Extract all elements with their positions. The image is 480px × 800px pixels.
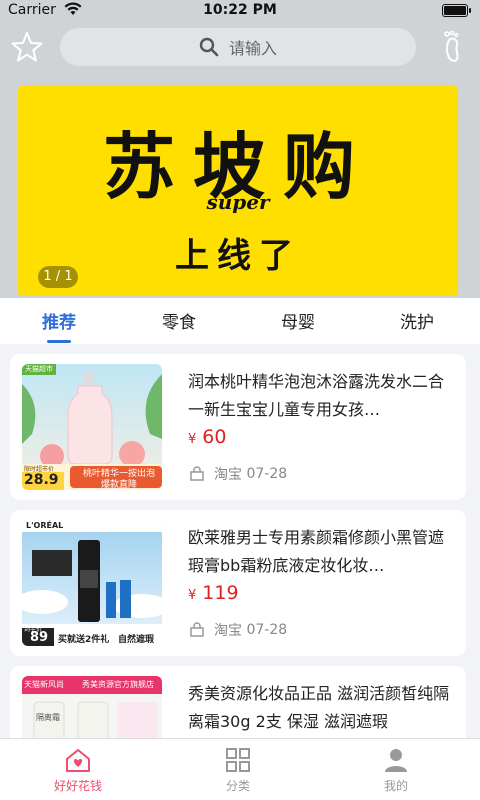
home-heart-icon xyxy=(66,749,90,772)
product-meta: 淘宝 07-28 xyxy=(188,620,287,640)
product-meta: 淘宝 07-28 xyxy=(188,464,287,484)
thumb-promo: 买就送2件礼 xyxy=(58,635,110,645)
product-list[interactable]: 天猫超市 桃叶精华一按出泡 爆款直降 限时超市价 28.9 润本桃叶精华泡泡沐浴… xyxy=(0,344,480,738)
category-tabs: 推荐 零食 母婴 洗护 xyxy=(0,298,480,344)
product-card[interactable]: L'ORÉAL 买就送2件礼 自然遮瑕 到手价 89 欧莱雅男士专用素颜霜修颜小… xyxy=(10,510,466,656)
thumb-brand: L'ORÉAL xyxy=(26,521,64,530)
favorite-star-button[interactable] xyxy=(10,30,44,64)
promo-banner[interactable]: 苏坡购 super 上线了 1 / 1 xyxy=(18,86,458,296)
tab-care[interactable]: 洗护 xyxy=(377,308,457,333)
tmall-badge: 天猫新风尚 xyxy=(24,680,64,689)
footprint-icon xyxy=(444,30,459,62)
shop-icon xyxy=(190,466,204,481)
product-image: 天猫超市 桃叶精华一按出泡 爆款直降 限时超市价 28.9 xyxy=(22,364,162,490)
tab-categories-label: 分类 xyxy=(225,779,250,793)
product-card[interactable]: 天猫新风尚 秀美资源官方旗舰店 隔离霜 秀美资源化妆品正品 滋润活颜皙纯隔离霜3… xyxy=(10,666,466,738)
product-title: 润本桃叶精华泡泡沐浴露洗发水二合一新生宝宝儿童专用女孩… xyxy=(188,372,445,419)
battery-icon xyxy=(442,4,471,17)
product-title: 欧莱雅男士专用素颜霜修颜小黑管遮瑕膏bb霜粉底液定妆化妆… xyxy=(188,528,445,575)
search-placeholder: 请输入 xyxy=(228,39,277,58)
tab-recommend[interactable]: 推荐 xyxy=(19,308,99,333)
product-price: ¥119 xyxy=(188,582,239,604)
thumb-promo-sub: 爆款直降 xyxy=(100,480,137,490)
tab-profile[interactable]: 我的 xyxy=(346,747,446,794)
clock: 10:22 PM xyxy=(203,2,277,18)
footprint-button[interactable] xyxy=(438,30,468,66)
banner-subline: super xyxy=(206,190,270,214)
tmall-badge: 天猫超市 xyxy=(25,365,53,373)
tab-snacks[interactable]: 零食 xyxy=(139,308,219,333)
product-image: L'ORÉAL 买就送2件礼 自然遮瑕 到手价 89 xyxy=(22,520,162,646)
tab-categories[interactable]: 分类 xyxy=(188,747,288,794)
product-date: 07-28 xyxy=(246,622,288,638)
product-source: 淘宝 xyxy=(214,623,242,639)
active-tab-indicator xyxy=(47,340,71,343)
product-date: 07-28 xyxy=(246,466,288,482)
search-input[interactable]: 请输入 xyxy=(60,28,416,66)
shop-icon xyxy=(190,622,204,637)
banner-pager: 1 / 1 xyxy=(38,266,78,288)
user-icon xyxy=(385,749,407,772)
thumb-tag-price: 89 xyxy=(30,630,49,645)
thumb-label: 隔离霜 xyxy=(36,713,60,722)
search-icon xyxy=(199,37,219,57)
tab-mother-baby[interactable]: 母婴 xyxy=(258,308,338,333)
product-source: 淘宝 xyxy=(214,467,242,483)
grid-icon xyxy=(226,748,250,772)
banner-tagline: 上线了 xyxy=(175,236,301,276)
status-bar: Carrier 10:22 PM xyxy=(0,0,480,22)
top-nav: 请输入 xyxy=(0,28,480,68)
star-icon xyxy=(11,32,43,62)
thumb-tag-price: 28.9 xyxy=(24,472,59,488)
tab-home-label: 好好花钱 xyxy=(53,779,102,793)
product-title: 秀美资源化妆品正品 滋润活颜皙纯隔离霜30g 2支 保湿 滋润遮瑕 xyxy=(188,684,450,731)
tab-home[interactable]: 好好花钱 xyxy=(28,747,128,794)
product-card[interactable]: 天猫超市 桃叶精华一按出泡 爆款直降 限时超市价 28.9 润本桃叶精华泡泡沐浴… xyxy=(10,354,466,500)
bottom-tab-bar: 好好花钱 分类 我的 xyxy=(0,738,480,800)
product-image: 天猫新风尚 秀美资源官方旗舰店 隔离霜 xyxy=(22,676,162,738)
thumb-promo-sub: 自然遮瑕 xyxy=(118,635,155,645)
product-price: ¥60 xyxy=(188,426,227,448)
tab-profile-label: 我的 xyxy=(383,779,408,793)
thumb-store-banner: 秀美资源官方旗舰店 xyxy=(82,680,154,689)
